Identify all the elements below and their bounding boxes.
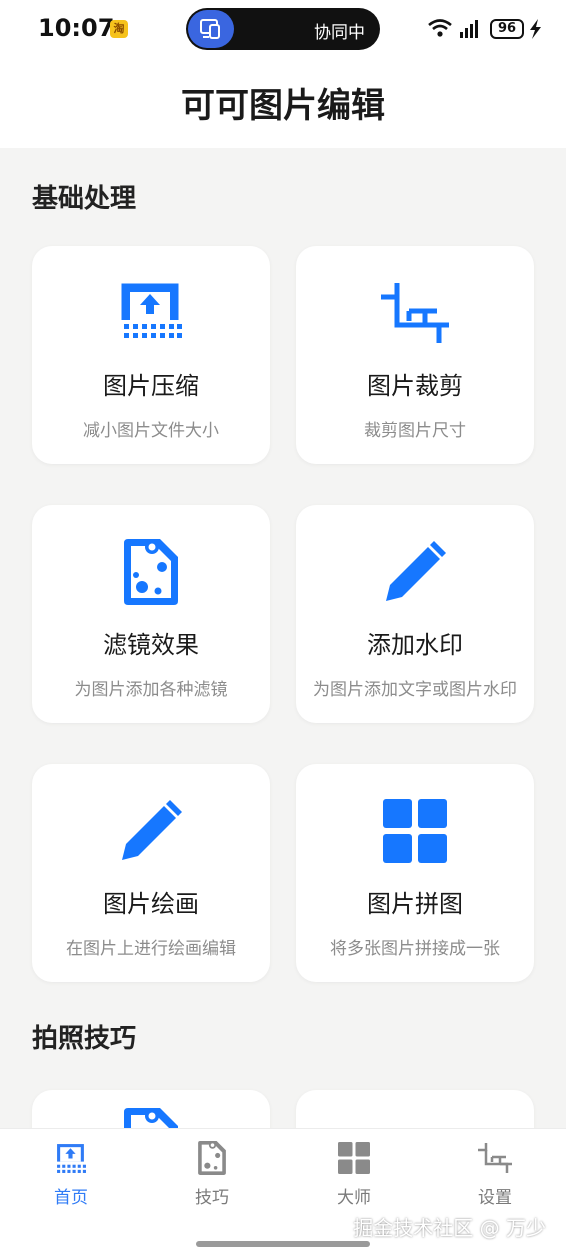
card-draw[interactable]: 图片绘画 在图片上进行绘画编辑 (32, 764, 270, 982)
card-desc: 裁剪图片尺寸 (364, 421, 466, 441)
tab-home[interactable]: 首页 (21, 1139, 121, 1209)
card-title: 图片拼图 (367, 890, 463, 918)
card-desc: 为图片添加文字或图片水印 (313, 680, 517, 700)
tips-icon (162, 1139, 262, 1177)
tab-tips[interactable]: 技巧 (162, 1139, 262, 1209)
pencil-icon (32, 796, 270, 866)
card-watermark[interactable]: 添加水印 为图片添加文字或图片水印 (296, 505, 534, 723)
card-filter[interactable]: 滤镜效果 为图片添加各种滤镜 (32, 505, 270, 723)
card-title: 滤镜效果 (103, 631, 199, 659)
card-title: 图片压缩 (103, 372, 199, 400)
grid-icon (296, 796, 534, 866)
home-indicator[interactable] (196, 1241, 370, 1247)
dynamic-island[interactable]: 协同中 (186, 8, 380, 50)
section-title-tips: 拍照技巧 (32, 1024, 137, 1054)
app-header: 可可图片编辑 (0, 58, 566, 148)
compress-icon (32, 278, 270, 348)
tab-settings[interactable]: 设置 (445, 1139, 545, 1209)
battery-icon: 96 (490, 19, 524, 39)
home-compress-icon (21, 1139, 121, 1177)
card-desc: 为图片添加各种滤镜 (74, 680, 228, 700)
status-time: 10:07 (38, 14, 115, 42)
card-desc: 在图片上进行绘画编辑 (66, 939, 236, 959)
crop-icon (445, 1139, 545, 1177)
tab-label: 首页 (54, 1188, 88, 1208)
taobao-notification-icon: 淘 (110, 20, 128, 38)
grid-icon (304, 1139, 404, 1177)
signal-icon (460, 20, 478, 38)
pencil-icon (296, 537, 534, 607)
card-desc: 将多张图片拼接成一张 (330, 939, 500, 959)
system-icons (428, 19, 541, 39)
crop-icon (296, 278, 534, 348)
card-title: 图片裁剪 (367, 372, 463, 400)
card-compress[interactable]: 图片压缩 减小图片文件大小 (32, 246, 270, 464)
card-desc: 减小图片文件大小 (83, 421, 219, 441)
tab-label: 设置 (478, 1188, 512, 1208)
card-title: 添加水印 (367, 631, 463, 659)
island-status-text: 协同中 (314, 23, 365, 43)
tab-label: 技巧 (195, 1188, 229, 1208)
section-title-basic: 基础处理 (32, 184, 137, 214)
watermark-text: 掘金技术社区 @ 万少 (353, 1216, 546, 1240)
charging-icon (530, 19, 541, 39)
page-title: 可可图片编辑 (181, 86, 385, 126)
card-collage[interactable]: 图片拼图 将多张图片拼接成一张 (296, 764, 534, 982)
status-bar: 10:07 淘 协同中 96 (0, 0, 566, 58)
wifi-icon (428, 19, 452, 37)
filter-icon (32, 537, 270, 607)
card-title: 图片绘画 (103, 890, 199, 918)
tab-master[interactable]: 大师 (304, 1139, 404, 1209)
multi-device-icon (188, 10, 234, 48)
card-crop[interactable]: 图片裁剪 裁剪图片尺寸 (296, 246, 534, 464)
tab-label: 大师 (337, 1188, 371, 1208)
